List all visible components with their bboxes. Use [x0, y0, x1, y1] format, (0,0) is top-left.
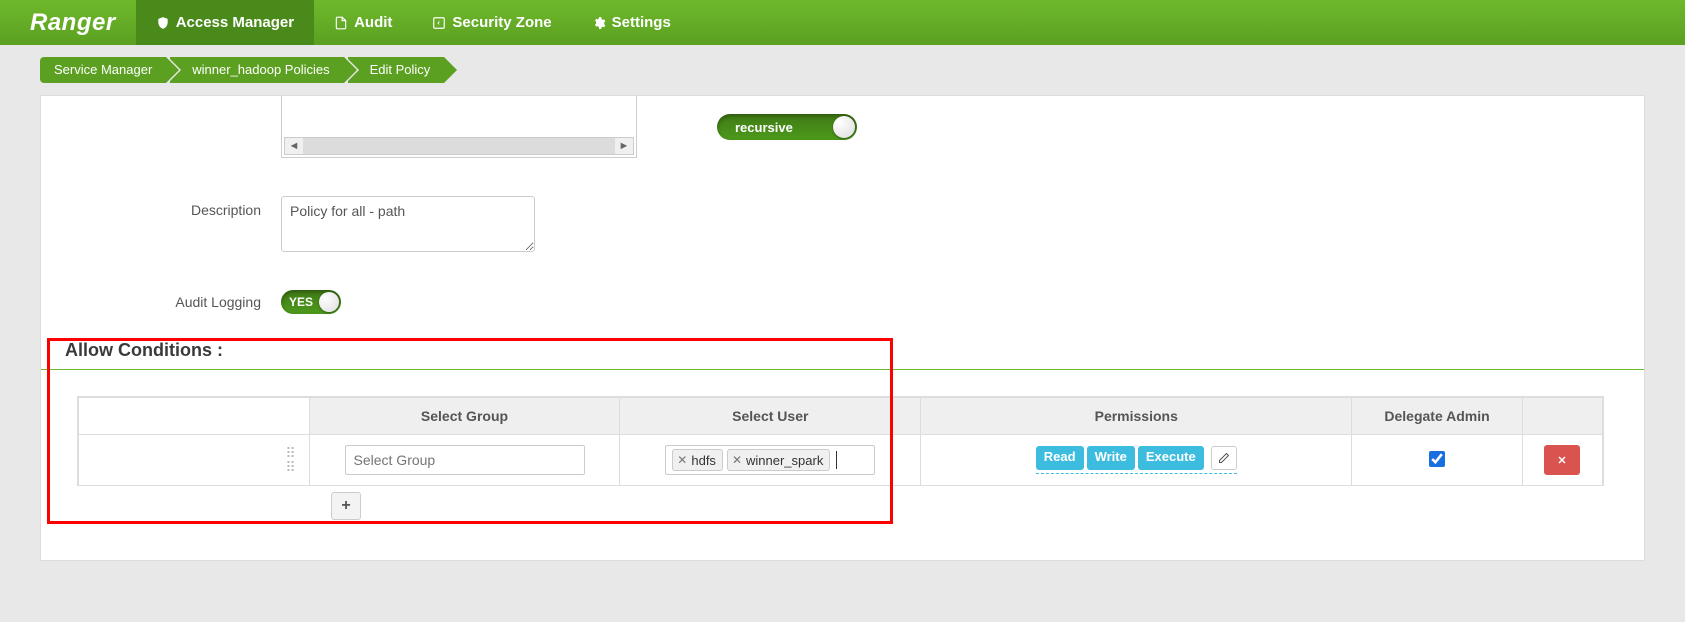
nav-settings[interactable]: Settings — [572, 0, 691, 45]
permission-pill[interactable]: Execute — [1138, 446, 1204, 470]
drag-handle-icon[interactable]: ⠿⠿ — [285, 446, 296, 474]
scroll-right-arrow[interactable]: ► — [615, 138, 633, 154]
nav-label: Access Manager — [176, 14, 294, 31]
select-group-input[interactable] — [345, 445, 585, 475]
audit-logging-toggle[interactable]: YES — [281, 290, 341, 314]
section-divider — [41, 369, 1644, 370]
nav-label: Audit — [354, 14, 392, 31]
toggle-knob — [833, 116, 855, 138]
description-label: Description — [41, 196, 281, 218]
user-tag[interactable]: ✕ hdfs — [672, 449, 723, 471]
table-header-delegate: Delegate Admin — [1352, 398, 1522, 435]
tag-label: hdfs — [691, 453, 716, 468]
resource-path-box[interactable]: ◄ ► — [281, 96, 637, 158]
add-row-button[interactable]: + — [331, 492, 361, 520]
table-header-action — [1522, 398, 1602, 435]
document-icon — [334, 16, 348, 30]
app-logo: Ranger — [0, 9, 136, 37]
toggle-label: YES — [289, 295, 313, 309]
recursive-toggle[interactable]: recursive — [717, 114, 857, 140]
allow-conditions-title: Allow Conditions : — [41, 320, 1644, 369]
remove-tag-icon[interactable]: ✕ — [677, 453, 687, 467]
table-header-user: Select User — [620, 398, 921, 435]
toggle-knob — [319, 292, 339, 312]
gear-icon — [592, 16, 606, 30]
delegate-admin-checkbox[interactable] — [1429, 451, 1445, 467]
breadcrumb-service-manager[interactable]: Service Manager — [40, 57, 166, 83]
delete-row-button[interactable] — [1544, 445, 1580, 475]
permissions-cell: Read Write Execute — [1036, 446, 1237, 474]
nav-audit[interactable]: Audit — [314, 0, 412, 45]
permission-pill[interactable]: Write — [1087, 446, 1135, 470]
allow-conditions-table: Select Group Select User Permissions Del… — [78, 397, 1603, 486]
scroll-left-arrow[interactable]: ◄ — [285, 138, 303, 154]
group-text-input[interactable] — [352, 450, 578, 470]
table-header-blank — [79, 398, 310, 435]
empty-label — [41, 96, 281, 102]
breadcrumb: Service Manager winner_hadoop Policies E… — [0, 45, 1685, 95]
breadcrumb-policies[interactable]: winner_hadoop Policies — [170, 57, 343, 83]
text-cursor — [836, 451, 837, 469]
top-nav: Ranger Access Manager Audit Security Zon… — [0, 0, 1685, 45]
bolt-square-icon — [432, 16, 446, 30]
table-header-permissions: Permissions — [921, 398, 1352, 435]
audit-logging-label: Audit Logging — [41, 294, 281, 310]
select-user-input[interactable]: ✕ hdfs ✕ winner_spark — [665, 445, 875, 475]
table-header-group: Select Group — [309, 398, 620, 435]
description-textarea[interactable] — [281, 196, 535, 252]
tag-label: winner_spark — [746, 453, 823, 468]
horizontal-scrollbar[interactable]: ◄ ► — [284, 137, 634, 155]
remove-tag-icon[interactable]: ✕ — [732, 453, 742, 467]
nav-label: Settings — [612, 14, 671, 31]
permission-pill[interactable]: Read — [1036, 446, 1084, 470]
toggle-label: recursive — [735, 120, 793, 135]
table-row: ⠿⠿ ✕ hdfs — [79, 435, 1603, 486]
edit-permissions-button[interactable] — [1211, 446, 1237, 470]
user-tag[interactable]: ✕ winner_spark — [727, 449, 830, 471]
breadcrumb-edit-policy[interactable]: Edit Policy — [348, 57, 445, 83]
shield-icon — [156, 16, 170, 30]
nav-security-zone[interactable]: Security Zone — [412, 0, 571, 45]
nav-access-manager[interactable]: Access Manager — [136, 0, 314, 45]
allow-conditions-table-wrap: Select Group Select User Permissions Del… — [77, 396, 1604, 486]
table-header-row: Select Group Select User Permissions Del… — [79, 398, 1603, 435]
nav-label: Security Zone — [452, 14, 551, 31]
scroll-track[interactable] — [303, 138, 615, 154]
policy-panel: ◄ ► recursive Description Audit Logging … — [40, 95, 1645, 561]
